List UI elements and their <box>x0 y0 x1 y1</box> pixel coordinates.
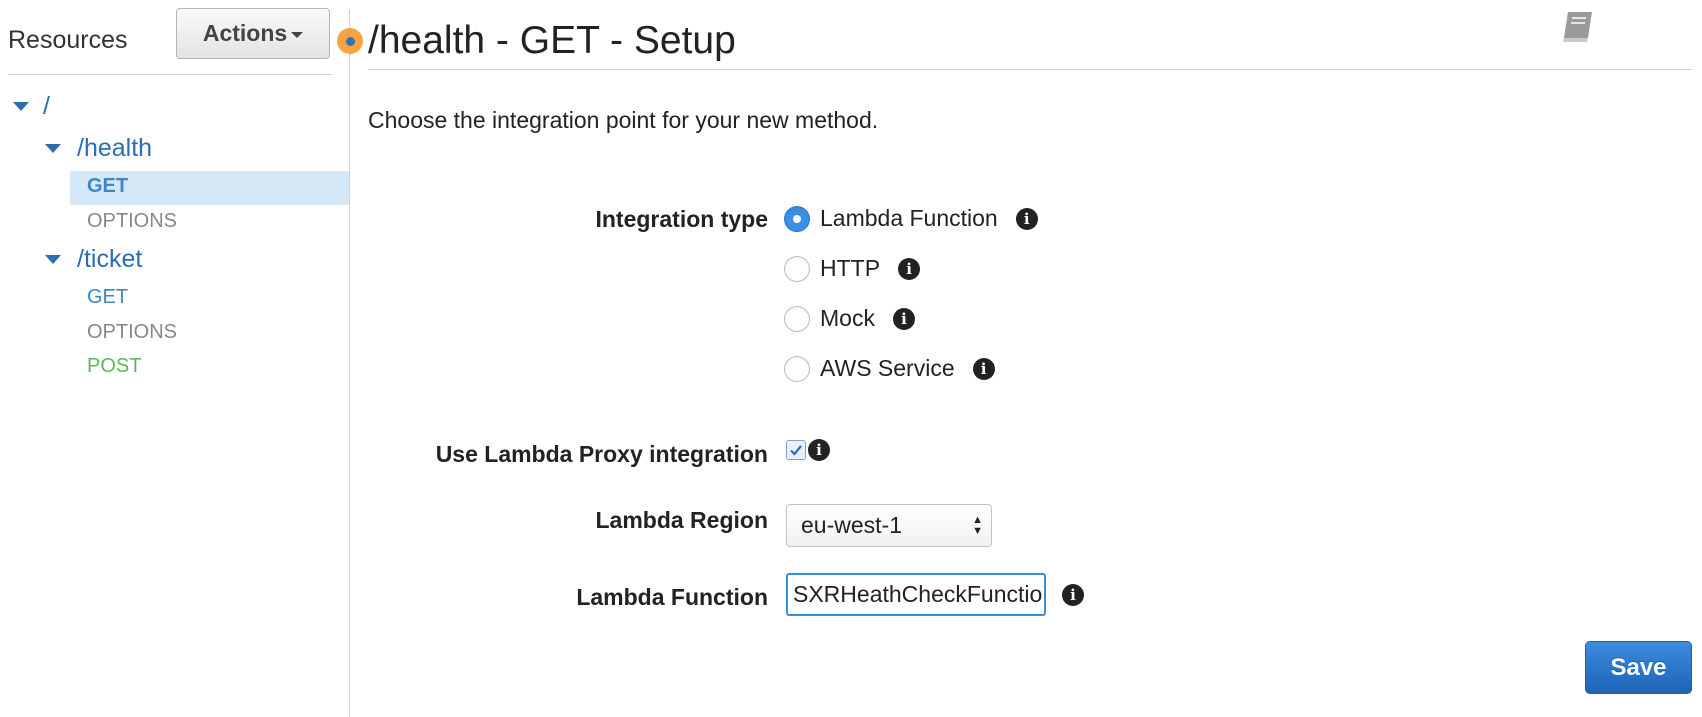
actions-label: Actions <box>202 20 288 46</box>
lambda-proxy-label: Use Lambda Proxy integration <box>435 441 768 467</box>
page-title: /health - GET - Setup <box>368 19 736 62</box>
info-icon[interactable]: i <box>972 357 995 380</box>
triangle-down-icon[interactable] <box>45 255 61 264</box>
resources-pane: Resources Actions / /health GET OPTIONS … <box>0 0 350 717</box>
lambda-function-label: Lambda Function <box>576 584 768 610</box>
radio-label: HTTP <box>820 255 881 281</box>
divider <box>8 74 332 75</box>
tree-node-health[interactable]: /health <box>45 134 152 163</box>
resource-path: /health <box>77 134 153 162</box>
radio-label: AWS Service <box>820 355 955 381</box>
pane-resize-handle[interactable] <box>337 28 363 54</box>
radio-mock[interactable]: Mock i <box>784 305 915 332</box>
resource-path: / <box>43 92 50 120</box>
info-icon[interactable]: i <box>892 307 915 330</box>
lambda-proxy-checkbox[interactable] <box>786 440 806 460</box>
actions-dropdown-button[interactable]: Actions <box>176 8 330 59</box>
radio-lambda-function[interactable]: Lambda Function i <box>784 205 1038 232</box>
caret-down-icon <box>291 32 304 38</box>
pane-splitter[interactable] <box>349 10 350 717</box>
integration-type-label: Integration type <box>595 206 768 232</box>
select-value: eu-west-1 <box>801 512 902 538</box>
save-button[interactable]: Save <box>1585 641 1692 694</box>
method-health-get[interactable]: GET <box>87 175 128 198</box>
method-ticket-options[interactable]: OPTIONS <box>87 321 177 344</box>
info-icon[interactable]: i <box>1015 207 1038 230</box>
method-health-options[interactable]: OPTIONS <box>87 210 177 233</box>
lambda-region-select[interactable]: eu-west-1 ▲ ▼ <box>786 504 992 547</box>
radio-label: Mock <box>820 305 875 331</box>
intro-text: Choose the integration point for your ne… <box>368 107 879 133</box>
radio-label: Lambda Function <box>820 205 998 231</box>
triangle-down-icon[interactable] <box>45 144 61 153</box>
radio-button[interactable] <box>784 205 810 232</box>
radio-button[interactable] <box>784 255 810 282</box>
info-icon[interactable]: i <box>1062 584 1084 606</box>
method-ticket-get[interactable]: GET <box>87 286 128 309</box>
title-divider <box>368 69 1692 70</box>
triangle-down-icon[interactable] <box>13 102 29 111</box>
resource-path: /ticket <box>77 245 143 273</box>
book-icon[interactable] <box>1558 8 1598 44</box>
lambda-region-label: Lambda Region <box>595 507 768 533</box>
resources-title: Resources <box>8 26 128 54</box>
radio-http[interactable]: HTTP i <box>784 255 921 282</box>
radio-aws-service[interactable]: AWS Service i <box>784 355 995 382</box>
radio-button[interactable] <box>784 355 810 382</box>
info-icon[interactable]: i <box>808 439 830 461</box>
lambda-function-input[interactable] <box>786 573 1046 616</box>
tree-node-ticket[interactable]: /ticket <box>45 245 142 274</box>
info-icon[interactable]: i <box>898 257 921 280</box>
radio-button[interactable] <box>784 305 810 332</box>
select-arrows-icon: ▲ ▼ <box>972 514 983 537</box>
tree-node-root[interactable]: / <box>13 92 50 121</box>
method-ticket-post[interactable]: POST <box>87 355 141 378</box>
